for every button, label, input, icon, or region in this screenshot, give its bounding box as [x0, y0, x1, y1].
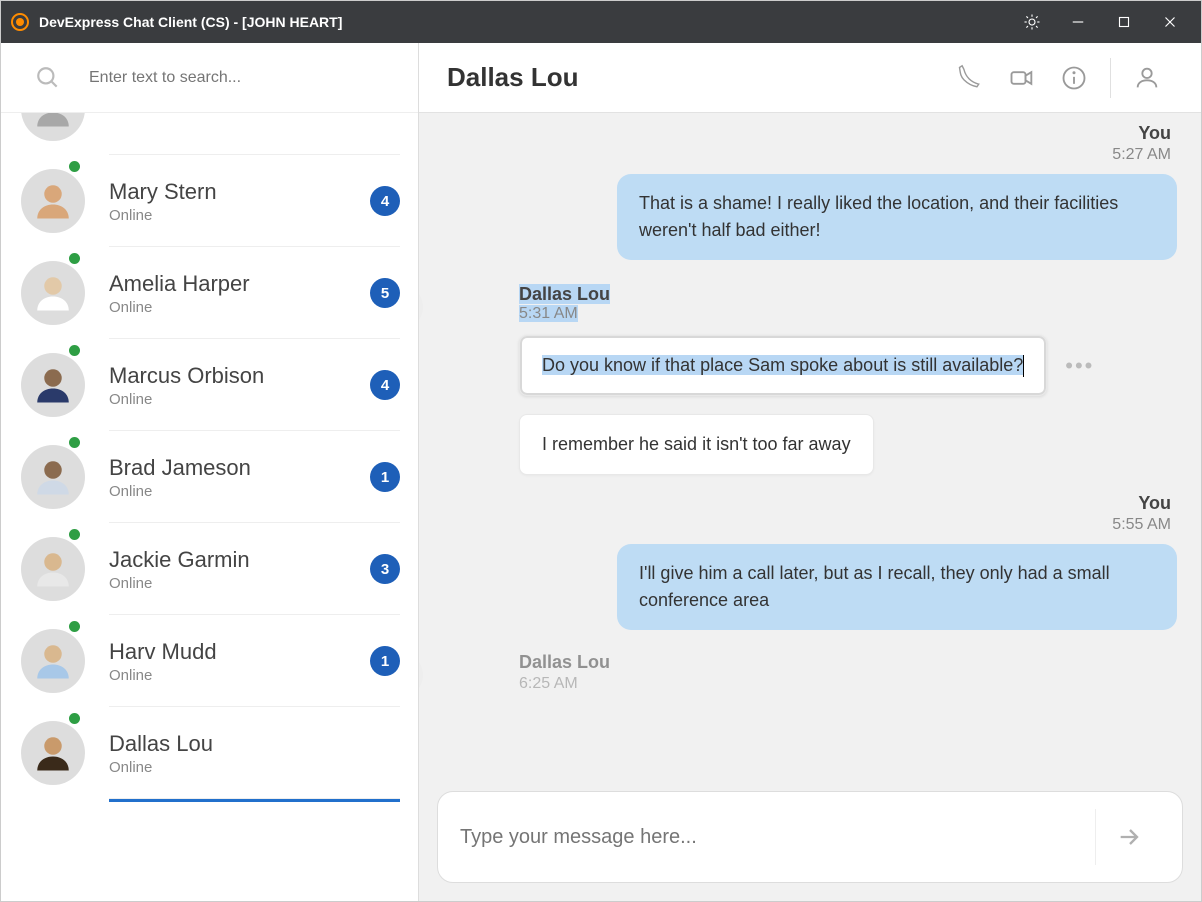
- presence-dot: [69, 345, 80, 356]
- contact-status: Online: [109, 299, 370, 316]
- contact-status: Online: [109, 391, 370, 408]
- avatar: [21, 537, 85, 601]
- chat-title: Dallas Lou: [447, 62, 944, 93]
- message-composer[interactable]: [437, 791, 1183, 883]
- contact-status: Online: [109, 759, 400, 776]
- contact-status: Online: [109, 667, 370, 684]
- sender-label: Dallas Lou: [519, 284, 610, 304]
- message-group: You 5:27 AM That is a shame! I really li…: [443, 123, 1177, 260]
- theme-icon[interactable]: [1009, 1, 1055, 43]
- contact-status: Online: [109, 483, 370, 500]
- chat-header: Dallas Lou: [419, 43, 1201, 113]
- message-list[interactable]: You 5:27 AM That is a shame! I really li…: [419, 113, 1201, 901]
- contact-name: Amelia Harper: [109, 271, 370, 297]
- message-group: You 5:55 AM I'll give him a call later, …: [443, 493, 1177, 630]
- presence-dot: [69, 529, 80, 540]
- search-input[interactable]: [89, 69, 329, 87]
- avatar: [21, 113, 85, 141]
- message-input[interactable]: [460, 826, 1095, 849]
- message-time: 5:55 AM: [1112, 516, 1171, 534]
- presence-dot: [69, 437, 80, 448]
- profile-button[interactable]: [1121, 52, 1173, 104]
- presence-dot: [69, 161, 80, 172]
- contact-name: Harv Mudd: [109, 639, 370, 665]
- unread-badge: 1: [370, 462, 400, 492]
- sender-label: Dallas Lou: [519, 652, 610, 673]
- message-group: Dallas Lou 5:31 AM Do you know if that p…: [443, 284, 1177, 475]
- sender-label: You: [1138, 123, 1171, 144]
- avatar: [419, 284, 423, 330]
- list-item[interactable]: Marcus Orbison Online 4: [1, 339, 418, 431]
- titlebar: DevExpress Chat Client (CS) - [JOHN HEAR…: [1, 1, 1201, 43]
- unread-badge: 1: [370, 646, 400, 676]
- contact-name: Marcus Orbison: [109, 363, 370, 389]
- contact-name: Jackie Garmin: [109, 547, 370, 573]
- more-icon[interactable]: •••: [1065, 353, 1094, 379]
- info-button[interactable]: [1048, 52, 1100, 104]
- unread-badge: 4: [370, 186, 400, 216]
- message-group: Dallas Lou 6:25 AM: [443, 652, 1177, 693]
- list-item[interactable]: Dallas Lou Online: [1, 707, 418, 799]
- close-button[interactable]: [1147, 1, 1193, 43]
- list-item[interactable]: Brad Jameson Online 1: [1, 431, 418, 523]
- avatar: [21, 353, 85, 417]
- message-time: 5:27 AM: [1112, 146, 1171, 164]
- presence-dot: [69, 713, 80, 724]
- list-item[interactable]: Harv Mudd Online 1: [1, 615, 418, 707]
- presence-dot: [69, 621, 80, 632]
- search-icon: [35, 65, 61, 91]
- contact-name: Mary Stern: [109, 179, 370, 205]
- search-bar[interactable]: [1, 43, 418, 113]
- video-button[interactable]: [996, 52, 1048, 104]
- contact-list[interactable]: Mary Stern Online 4 Amelia Harper Online 5…: [1, 113, 418, 901]
- avatar: [21, 445, 85, 509]
- avatar: [419, 652, 423, 698]
- contact-name: Brad Jameson: [109, 455, 370, 481]
- text-caret: [1023, 355, 1024, 377]
- list-item[interactable]: Amelia Harper Online 5: [1, 247, 418, 339]
- contact-name: Dallas Lou: [109, 731, 400, 757]
- message-time: 6:25 AM: [519, 675, 578, 693]
- list-item[interactable]: Jackie Garmin Online 3: [1, 523, 418, 615]
- unread-badge: 5: [370, 278, 400, 308]
- sidebar: Mary Stern Online 4 Amelia Harper Online 5…: [1, 43, 419, 901]
- list-item[interactable]: Mary Stern Online 4: [1, 155, 418, 247]
- call-button[interactable]: [944, 52, 996, 104]
- message-bubble[interactable]: I remember he said it isn't too far away: [519, 414, 874, 475]
- unread-badge: 3: [370, 554, 400, 584]
- window-title: DevExpress Chat Client (CS) - [JOHN HEAR…: [39, 14, 342, 30]
- avatar: [21, 629, 85, 693]
- contact-status: Online: [109, 207, 370, 224]
- avatar: [21, 721, 85, 785]
- list-item[interactable]: [1, 113, 418, 155]
- avatar: [21, 169, 85, 233]
- unread-badge: 4: [370, 370, 400, 400]
- message-bubble[interactable]: I'll give him a call later, but as I rec…: [617, 544, 1177, 630]
- chat-panel: Dallas Lou You 5:27 AM That is a shame! …: [419, 43, 1201, 901]
- message-time: 5:31 AM: [519, 305, 578, 322]
- send-button[interactable]: [1100, 807, 1160, 867]
- contact-status: Online: [109, 575, 370, 592]
- message-bubble[interactable]: That is a shame! I really liked the loca…: [617, 174, 1177, 260]
- message-bubble[interactable]: Do you know if that place Sam spoke abou…: [519, 335, 1047, 396]
- minimize-button[interactable]: [1055, 1, 1101, 43]
- avatar: [21, 261, 85, 325]
- app-icon: [11, 13, 29, 31]
- sender-label: You: [1138, 493, 1171, 514]
- maximize-button[interactable]: [1101, 1, 1147, 43]
- presence-dot: [69, 253, 80, 264]
